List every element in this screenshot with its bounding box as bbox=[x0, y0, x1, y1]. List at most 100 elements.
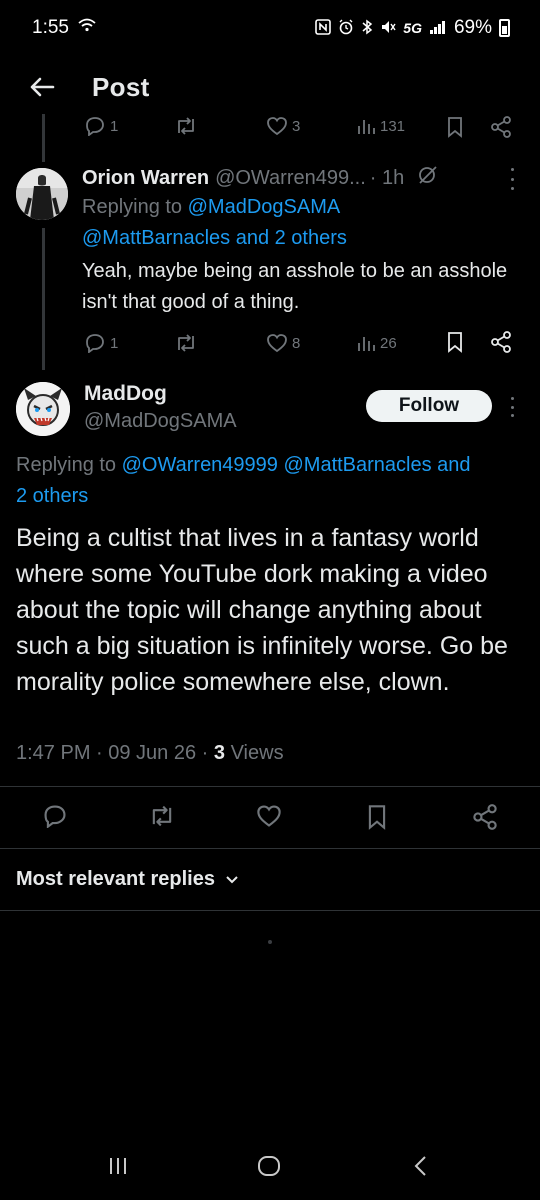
prev-reply-button[interactable]: 1 bbox=[84, 116, 118, 136]
heart-icon bbox=[267, 117, 287, 136]
chevron-left-icon bbox=[414, 1156, 426, 1176]
prev-tweet-actions: 1 3 131 bbox=[80, 116, 520, 144]
wifi-icon bbox=[77, 17, 97, 39]
loading-indicator bbox=[268, 940, 272, 944]
page-title: Post bbox=[92, 71, 150, 102]
reply-repost-button[interactable] bbox=[174, 333, 198, 353]
reply-icon bbox=[86, 117, 104, 136]
post-meta: 1:47 PM · 09 Jun 26 · 3 Views bbox=[16, 742, 284, 765]
prev-repost-button[interactable] bbox=[174, 116, 198, 136]
thread-line bbox=[42, 114, 45, 162]
network-type: 5G bbox=[403, 20, 422, 36]
main-reply-button[interactable] bbox=[42, 804, 68, 833]
divider bbox=[0, 910, 540, 911]
reply-share-button[interactable] bbox=[490, 331, 512, 353]
bookmark-icon bbox=[368, 805, 386, 830]
arrow-left-icon bbox=[30, 77, 55, 97]
replying-prefix: Replying to bbox=[82, 196, 183, 218]
grok-icon[interactable] bbox=[416, 164, 440, 192]
status-time: 1:55 bbox=[32, 17, 69, 38]
repost-icon bbox=[178, 117, 194, 135]
share-icon bbox=[491, 116, 511, 138]
main-actions bbox=[0, 800, 540, 840]
views-icon bbox=[358, 337, 375, 351]
prev-reply-count: 1 bbox=[110, 117, 119, 135]
replying-prefix: Replying to bbox=[16, 454, 117, 476]
follow-button[interactable]: Follow bbox=[366, 390, 492, 422]
back-button[interactable] bbox=[14, 63, 70, 111]
reply-bookmark-button[interactable] bbox=[446, 331, 464, 353]
reply-author-handle[interactable]: @OWarren499... bbox=[215, 167, 366, 190]
battery-icon bbox=[499, 19, 510, 37]
nfc-icon bbox=[315, 18, 332, 38]
reply-header: Orion Warren @OWarren499... · 1h bbox=[82, 164, 532, 192]
home-button[interactable] bbox=[256, 1154, 282, 1183]
views-count[interactable]: 3 bbox=[214, 742, 225, 764]
alarm-icon bbox=[338, 19, 354, 38]
mention-link[interactable]: @OWarren49999 @MattBarnacles and bbox=[122, 454, 471, 476]
prev-like-button[interactable]: 3 bbox=[266, 116, 300, 136]
bookmark-icon bbox=[448, 332, 462, 353]
reply-time: · 1h bbox=[369, 166, 405, 189]
mention-link[interactable]: @MadDogSAMA bbox=[188, 196, 341, 218]
prev-bookmark-button[interactable] bbox=[446, 116, 464, 138]
repost-icon bbox=[178, 334, 194, 352]
main-share-button[interactable] bbox=[472, 804, 498, 835]
main-like-button[interactable] bbox=[256, 804, 282, 833]
reply-replying-to: Replying to @MadDogSAMA @MattBarnacles a… bbox=[82, 192, 532, 254]
share-icon bbox=[491, 331, 511, 353]
replies-sort-dropdown[interactable]: Most relevant replies bbox=[16, 868, 239, 891]
mention-link[interactable]: 2 others bbox=[16, 485, 88, 507]
app-header: Post bbox=[0, 60, 540, 114]
reply-like-button[interactable]: 8 bbox=[266, 333, 300, 353]
main-repost-button[interactable] bbox=[148, 804, 176, 833]
reply-author-name[interactable]: Orion Warren bbox=[82, 167, 209, 190]
bookmark-icon bbox=[448, 117, 462, 138]
reply-views-count: 26 bbox=[380, 334, 397, 352]
replies-sort-label: Most relevant replies bbox=[16, 868, 215, 890]
prev-views-button[interactable]: 131 bbox=[356, 116, 405, 136]
reply-more-icon[interactable] bbox=[502, 168, 522, 190]
views-icon bbox=[358, 120, 375, 134]
reply-reply-count: 1 bbox=[110, 334, 119, 352]
reply-text: Yeah, maybe being an asshole to be an as… bbox=[82, 260, 508, 313]
reply-icon bbox=[44, 805, 66, 829]
reply-reply-button[interactable]: 1 bbox=[84, 333, 118, 353]
main-more-icon[interactable] bbox=[502, 397, 522, 417]
repost-icon bbox=[152, 805, 172, 827]
recent-apps-button[interactable] bbox=[106, 1154, 130, 1183]
heart-icon bbox=[257, 805, 281, 827]
bluetooth-icon bbox=[361, 19, 373, 38]
main-author-handle[interactable]: @MadDogSAMA bbox=[84, 410, 237, 433]
battery-percent: 69% bbox=[453, 17, 492, 38]
prev-like-count: 3 bbox=[292, 117, 301, 135]
main-bookmark-button[interactable] bbox=[366, 804, 388, 835]
home-icon bbox=[258, 1156, 280, 1176]
share-icon bbox=[473, 804, 497, 830]
chevron-down-icon bbox=[226, 875, 238, 883]
mute-icon bbox=[380, 19, 396, 38]
main-replying-to: Replying to @OWarren49999 @MattBarnacles… bbox=[16, 450, 540, 512]
reply-like-count: 8 bbox=[292, 334, 301, 352]
reply-views-button[interactable]: 26 bbox=[356, 333, 397, 353]
system-back-button[interactable] bbox=[410, 1154, 432, 1183]
status-bar: 1:55 5G 69% bbox=[0, 0, 540, 56]
divider bbox=[0, 786, 540, 787]
views-label: Views bbox=[230, 742, 284, 764]
main-post-text: Being a cultist that lives in a fantasy … bbox=[16, 524, 508, 696]
reply-actions: 1 8 26 bbox=[80, 330, 520, 358]
main-author-name[interactable]: MadDog bbox=[84, 382, 167, 406]
prev-share-button[interactable] bbox=[490, 116, 512, 138]
reply-icon bbox=[86, 334, 104, 353]
post-timestamp: 1:47 PM · 09 Jun 26 · bbox=[16, 742, 209, 764]
heart-icon bbox=[267, 334, 287, 353]
avatar[interactable] bbox=[16, 168, 68, 220]
signal-icon bbox=[429, 19, 447, 38]
system-nav-bar bbox=[0, 1140, 540, 1200]
prev-views-count: 131 bbox=[380, 117, 406, 135]
mention-link[interactable]: @MattBarnacles and 2 others bbox=[82, 227, 347, 249]
divider bbox=[0, 848, 540, 849]
thread-line bbox=[42, 228, 45, 370]
avatar[interactable] bbox=[16, 382, 70, 436]
recent-apps-icon bbox=[110, 1158, 126, 1174]
